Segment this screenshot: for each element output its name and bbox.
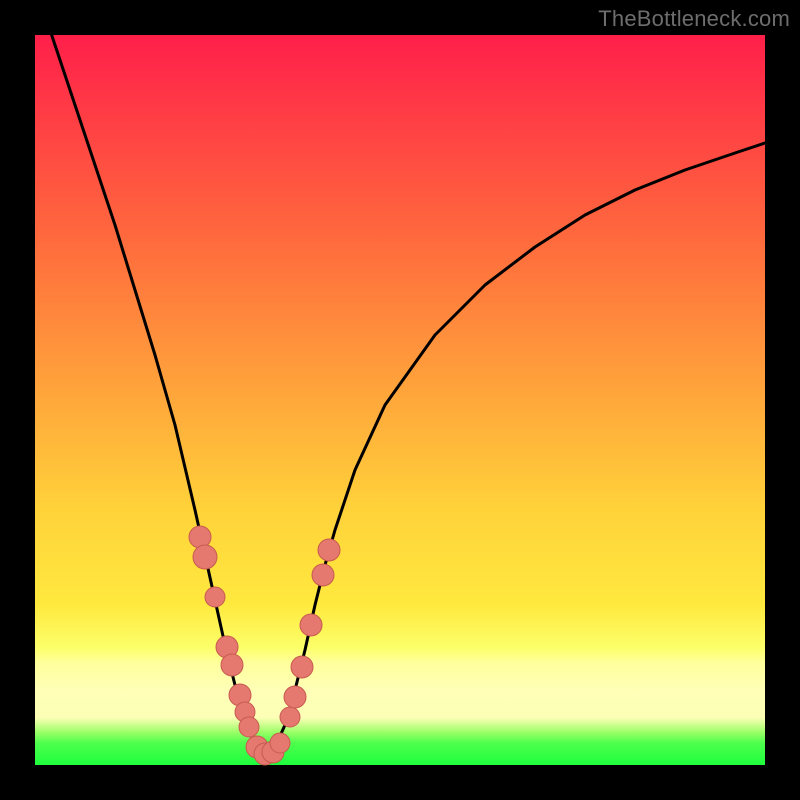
dot <box>300 614 322 636</box>
dot <box>318 539 340 561</box>
dot <box>312 564 334 586</box>
dot <box>284 686 306 708</box>
dot <box>221 654 243 676</box>
dot <box>239 717 259 737</box>
chart-frame: TheBottleneck.com <box>0 0 800 800</box>
dot <box>205 587 225 607</box>
dot <box>291 656 313 678</box>
highlight-dots <box>189 526 340 765</box>
curve-layer <box>35 35 765 765</box>
dot <box>193 545 217 569</box>
dot <box>280 707 300 727</box>
dot <box>189 526 211 548</box>
watermark-text: TheBottleneck.com <box>598 6 790 32</box>
bottleneck-curve <box>35 0 765 755</box>
dot <box>270 733 290 753</box>
